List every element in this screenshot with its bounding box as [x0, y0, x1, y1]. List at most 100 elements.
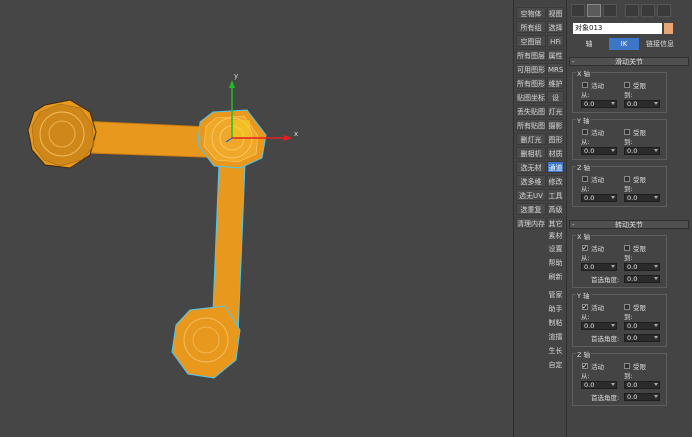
checkmark-icon: ✓	[582, 362, 588, 370]
preferred-angle-label: 首选角度:	[591, 394, 620, 402]
tool-button[interactable]: 其它	[547, 217, 564, 229]
from-label: 从:	[581, 313, 590, 321]
preferred-angle-spinner[interactable]: 0.0	[624, 334, 660, 342]
side-link[interactable]: 渲擂	[547, 331, 564, 343]
side-link[interactable]: 制粘	[547, 317, 564, 329]
from-spinner[interactable]: 0.0	[581, 194, 617, 202]
side-link[interactable]: 自定	[547, 359, 564, 371]
limited-checkbox[interactable]	[624, 176, 630, 182]
active-checkbox[interactable]	[582, 82, 588, 88]
limited-checkbox[interactable]	[624, 82, 630, 88]
tool-button[interactable]: 空图层	[516, 35, 546, 47]
limited-checkbox[interactable]	[624, 245, 630, 251]
tool-button[interactable]: 所有组	[516, 21, 546, 33]
preferred-angle-spinner[interactable]: 0.0	[624, 275, 660, 283]
to-label: 到:	[624, 254, 633, 262]
tool-button[interactable]: 可用图形	[516, 63, 546, 75]
tool-button[interactable]: 所有贴图	[516, 119, 546, 131]
from-spinner[interactable]: 0.0	[581, 147, 617, 155]
tool-button[interactable]: 材质	[547, 147, 564, 159]
from-label: 从:	[581, 185, 590, 193]
limited-checkbox[interactable]	[624, 304, 630, 310]
tool-button[interactable]: 属性	[547, 49, 564, 61]
link-info-mode-button[interactable]: 链接信息	[643, 38, 677, 50]
tool-button[interactable]: 删灯光	[516, 133, 546, 145]
tool-button[interactable]: 选无材	[516, 161, 546, 173]
side-link[interactable]: 生长	[547, 345, 564, 357]
limited-label: 受限	[633, 129, 646, 137]
to-spinner[interactable]: 0.0	[624, 147, 660, 155]
limited-checkbox[interactable]	[624, 129, 630, 135]
from-spinner[interactable]: 0.0	[581, 322, 617, 330]
tool-button[interactable]: 维护	[547, 77, 564, 89]
object-color-swatch[interactable]	[664, 23, 673, 34]
axis-name: X 轴	[576, 68, 592, 78]
tool-button[interactable]: 工具	[547, 189, 564, 201]
axis-group: Y 轴 ✓ 活动 受限 从: 到: 0.0 0.0 首选角度: 0.0	[572, 290, 667, 347]
tool-button[interactable]: 修改	[547, 175, 564, 187]
to-spinner[interactable]: 0.0	[624, 263, 660, 271]
to-label: 到:	[624, 185, 633, 193]
from-spinner[interactable]: 0.0	[581, 100, 617, 108]
motion-tab-icon[interactable]	[625, 4, 639, 17]
tool-button[interactable]: 所有图形	[516, 77, 546, 89]
preferred-angle-label: 首选角度:	[591, 276, 620, 284]
rotation-rollout-title[interactable]: - 转动关节	[569, 220, 689, 229]
side-link[interactable]: 设置	[547, 243, 564, 255]
perspective-viewport[interactable]: y x	[0, 0, 514, 437]
to-spinner[interactable]: 0.0	[624, 100, 660, 108]
side-link[interactable]: 刷新	[547, 271, 564, 283]
active-checkbox[interactable]	[582, 176, 588, 182]
tool-button[interactable]: 通道	[547, 161, 564, 173]
to-spinner[interactable]: 0.0	[624, 381, 660, 389]
tool-button[interactable]: 选择	[547, 21, 564, 33]
tool-button[interactable]: 空物体	[516, 7, 546, 19]
object-name-field[interactable]: 对象013	[573, 23, 662, 34]
checkmark-icon: ✓	[582, 303, 588, 311]
side-link[interactable]: 助手	[547, 303, 564, 315]
tool-button[interactable]: 清理内存	[516, 217, 546, 229]
tool-button[interactable]: HFi	[547, 35, 564, 47]
to-label: 到:	[624, 313, 633, 321]
hierarchy-tab-icon[interactable]	[603, 4, 617, 17]
pivot-mode-button[interactable]: 轴	[575, 38, 603, 50]
create-tab-icon[interactable]	[571, 4, 585, 17]
tool-button[interactable]: 选无UV	[516, 189, 546, 201]
tool-button[interactable]: 丢失贴图	[516, 105, 546, 117]
tool-button[interactable]: 图形	[547, 133, 564, 145]
from-spinner[interactable]: 0.0	[581, 263, 617, 271]
tool-button[interactable]: 选重复	[516, 203, 546, 215]
sliding-rollout-title[interactable]: - 滑动关节	[569, 57, 689, 66]
axis-group: X 轴活动 受限 从: 到: 0.0 0.0	[572, 68, 667, 113]
active-checkbox[interactable]	[582, 129, 588, 135]
ik-mode-button[interactable]: IK	[609, 38, 639, 50]
limited-checkbox[interactable]	[624, 363, 630, 369]
tool-button[interactable]: 设	[547, 91, 564, 103]
modify-tab-icon[interactable]	[587, 4, 601, 17]
tool-button[interactable]: 选多维	[516, 175, 546, 187]
from-spinner[interactable]: 0.0	[581, 381, 617, 389]
gizmo-y-label: y	[234, 72, 238, 80]
side-link[interactable]: 素材	[547, 230, 564, 242]
preferred-angle-spinner[interactable]: 0.0	[624, 393, 660, 401]
tool-button[interactable]: 删相机	[516, 147, 546, 159]
tool-button[interactable]: 高级	[547, 203, 564, 215]
viewport-scene[interactable]: y x	[0, 0, 513, 437]
tool-button[interactable]: 灯光	[547, 105, 564, 117]
tool-button[interactable]: 视图	[547, 7, 564, 19]
utilities-tab-icon[interactable]	[657, 4, 671, 17]
display-tab-icon[interactable]	[641, 4, 655, 17]
tool-button[interactable]: 贴图坐标	[516, 91, 546, 103]
from-label: 从:	[581, 91, 590, 99]
axis-group: Z 轴活动 受限 从: 到: 0.0 0.0	[572, 162, 667, 207]
active-label: 活动	[591, 82, 604, 90]
side-link[interactable]: 帮助	[547, 257, 564, 269]
gizmo-x-label: x	[294, 130, 298, 138]
tool-button[interactable]: 摄影	[547, 119, 564, 131]
tool-button[interactable]: 所有图层	[516, 49, 546, 61]
tool-button[interactable]: MRS	[547, 63, 564, 75]
to-label: 到:	[624, 372, 633, 380]
to-spinner[interactable]: 0.0	[624, 194, 660, 202]
side-link[interactable]: 管家	[547, 289, 564, 301]
to-spinner[interactable]: 0.0	[624, 322, 660, 330]
